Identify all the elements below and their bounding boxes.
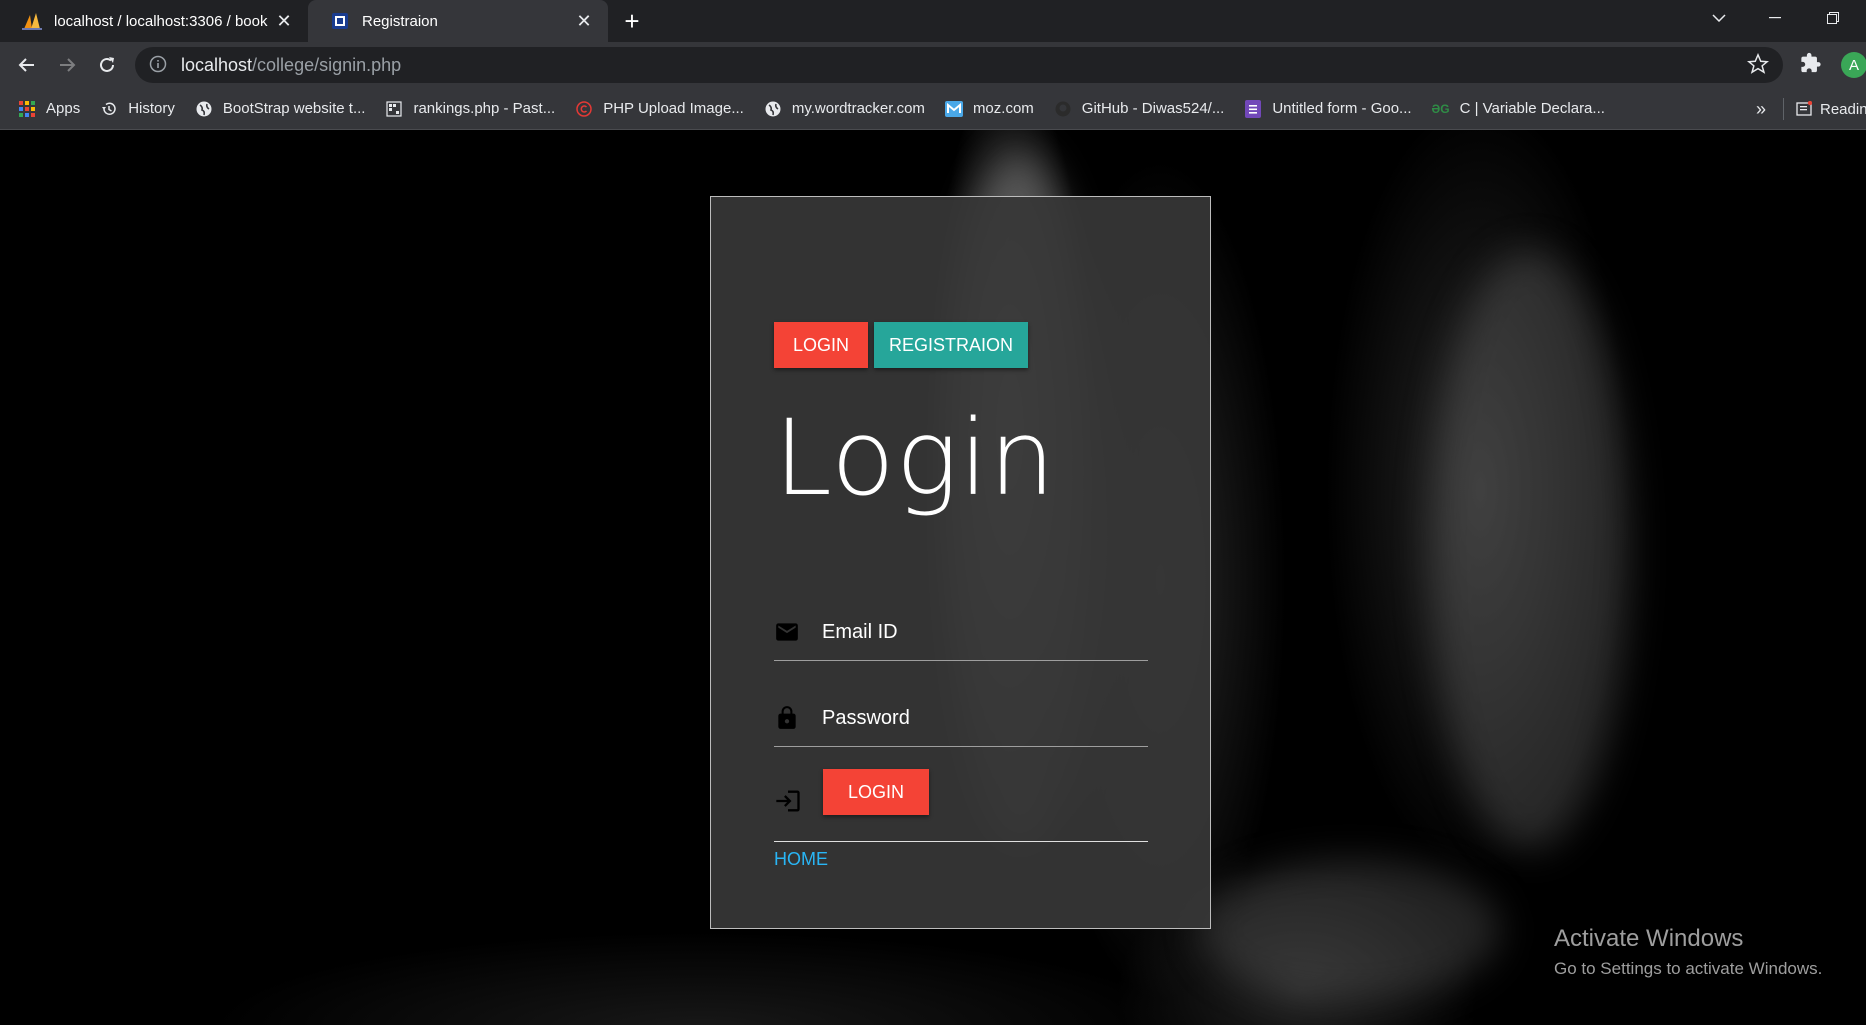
bookmark-github[interactable]: GitHub - Diwas524/...: [1054, 100, 1225, 118]
browser-tab-registraion[interactable]: Registraion ✕: [308, 0, 608, 42]
bookmark-bootstrap[interactable]: BootStrap website t...: [195, 100, 366, 118]
bookmark-label: BootStrap website t...: [222, 100, 366, 117]
reading-list-label: Readin: [1820, 100, 1866, 118]
github-icon: [1054, 100, 1072, 118]
login-card: LOGIN REGISTRAION Login Email ID Passwor…: [710, 196, 1211, 929]
bookmarks-divider: [1783, 98, 1784, 120]
globe-icon: [764, 100, 782, 118]
reading-list-icon: [1796, 101, 1812, 117]
email-field[interactable]: Email ID: [774, 611, 1148, 661]
password-field[interactable]: Password: [774, 697, 1148, 747]
login-submit-button[interactable]: LOGIN: [823, 769, 929, 815]
apps-grid-icon: [18, 100, 36, 118]
forward-icon[interactable]: [47, 45, 87, 85]
email-label: Email ID: [822, 621, 898, 643]
copyright-icon: [575, 100, 593, 118]
sign-in-icon: [774, 787, 802, 815]
profile-avatar[interactable]: A: [1841, 52, 1866, 78]
globe-icon: [195, 100, 213, 118]
activation-subtitle: Go to Settings to activate Windows.: [1554, 959, 1823, 978]
bookmark-label: moz.com: [972, 100, 1034, 117]
password-label: Password: [822, 707, 910, 729]
history-icon: [100, 100, 118, 118]
bookmark-gfg[interactable]: ƏG C | Variable Declara...: [1432, 100, 1605, 118]
form-divider: [774, 841, 1148, 842]
tab-registration-button[interactable]: REGISTRAION: [874, 322, 1028, 368]
phpmyadmin-icon: [22, 11, 42, 31]
bookmark-label: Untitled form - Goo...: [1272, 100, 1412, 117]
bookmark-pastebin[interactable]: rankings.php - Past...: [385, 100, 555, 118]
moz-icon: [944, 100, 963, 118]
back-icon[interactable]: [7, 45, 47, 85]
page-title: Login: [774, 397, 1056, 519]
browser-tab-strip: localhost / localhost:3306 / book ✕ Regi…: [0, 0, 1866, 42]
bookmark-wordtracker[interactable]: my.wordtracker.com: [764, 100, 925, 118]
page-viewport: LOGIN REGISTRAION Login Email ID Passwor…: [0, 130, 1866, 1025]
mail-icon: [774, 619, 802, 647]
bookmark-apps[interactable]: Apps: [18, 100, 80, 118]
bookmark-label: C | Variable Declara...: [1459, 100, 1605, 117]
background-photo-arm: [1430, 250, 1630, 850]
reload-icon[interactable]: [87, 45, 127, 85]
pastebin-icon: [385, 100, 403, 118]
home-link[interactable]: HOME: [774, 849, 828, 870]
browser-tab-phpmyadmin[interactable]: localhost / localhost:3306 / book ✕: [0, 0, 308, 42]
url-host: localhost: [181, 54, 253, 75]
close-tab-icon[interactable]: ✕: [574, 11, 594, 31]
address-bar[interactable]: localhost/college/signin.php: [135, 47, 1783, 83]
bookmark-history[interactable]: History: [100, 100, 175, 118]
auth-tabs: LOGIN REGISTRAION: [774, 322, 1028, 368]
bookmark-label: History: [128, 100, 175, 117]
site-info-icon[interactable]: [149, 55, 169, 75]
bookmark-label: my.wordtracker.com: [791, 100, 925, 117]
tab-title: localhost / localhost:3306 / book: [54, 12, 268, 30]
bookmark-label: GitHub - Diwas524/...: [1081, 100, 1225, 117]
bookmarks-bar: Apps History BootStrap website t... rank…: [0, 88, 1866, 130]
bookmark-google-form[interactable]: Untitled form - Goo...: [1244, 99, 1412, 118]
reading-list-button[interactable]: Readin: [1796, 88, 1866, 130]
background-photo-hands: [1200, 860, 1500, 1000]
tab-search-icon[interactable]: [1696, 0, 1742, 36]
browser-toolbar: localhost/college/signin.php: [0, 42, 1866, 88]
tab-title: Registraion: [362, 12, 438, 30]
close-tab-icon[interactable]: ✕: [274, 11, 294, 31]
activation-title: Activate Windows: [1554, 925, 1744, 952]
lock-icon: [774, 705, 802, 733]
bookmarks-overflow-button[interactable]: »: [1756, 88, 1766, 130]
url-text: localhost/college/signin.php: [181, 55, 401, 76]
new-tab-button[interactable]: +: [612, 0, 652, 42]
windows-activation-watermark: Activate Windows Go to Settings to activ…: [1554, 925, 1822, 979]
bookmark-star-icon[interactable]: [1746, 52, 1771, 77]
url-path: /college/signin.php: [252, 54, 402, 75]
extensions-icon[interactable]: [1800, 52, 1826, 78]
bookmark-label: PHP Upload Image...: [603, 100, 744, 117]
tab-login-button[interactable]: LOGIN: [774, 322, 868, 368]
gfg-icon: ƏG: [1431, 101, 1450, 116]
forms-icon: [1244, 99, 1262, 118]
minimize-icon[interactable]: [1752, 0, 1798, 36]
site-favicon-icon: [330, 11, 350, 31]
restore-icon[interactable]: [1810, 0, 1856, 36]
bookmark-php-upload[interactable]: PHP Upload Image...: [575, 100, 744, 118]
bookmark-moz[interactable]: moz.com: [944, 100, 1034, 118]
bookmark-label: rankings.php - Past...: [413, 100, 556, 117]
bookmark-label: Apps: [46, 100, 81, 117]
